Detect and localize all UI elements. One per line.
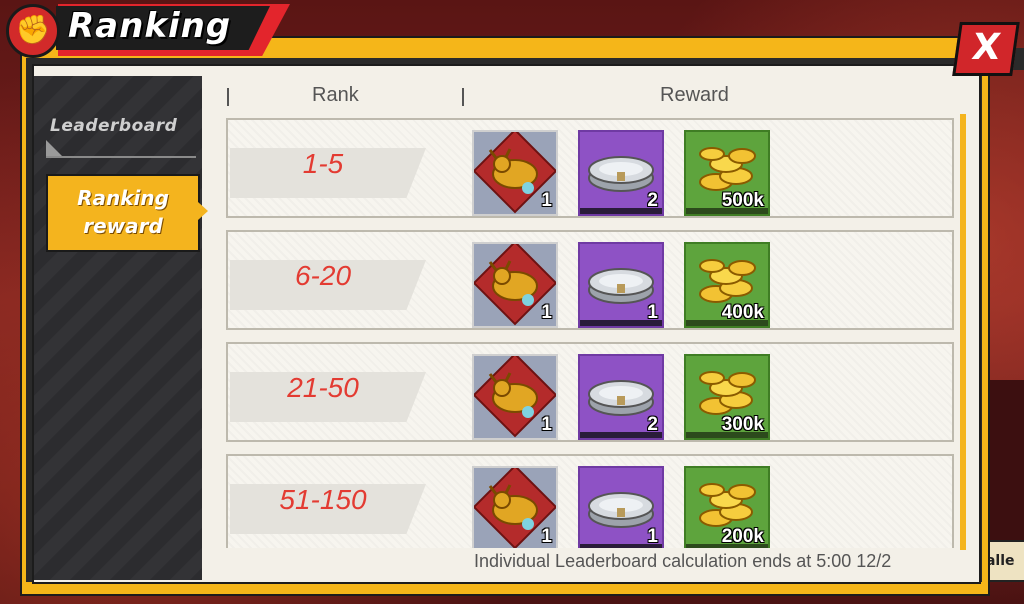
reward-quantity: 2 xyxy=(647,414,658,435)
sidebar: Leaderboard Ranking reward xyxy=(34,76,208,580)
reward-quantity: 300k xyxy=(721,414,764,435)
divider xyxy=(46,156,196,158)
reward-quantity: 500k xyxy=(721,190,764,211)
header-rank: Rank xyxy=(312,84,359,106)
reward-quantity: 1 xyxy=(647,302,658,323)
header-reward: Reward xyxy=(660,84,729,106)
pedestal-icon[interactable]: 2 xyxy=(578,130,664,216)
fist-icon: ✊ xyxy=(6,4,60,58)
header-separator xyxy=(227,88,229,106)
reward-quantity: 1 xyxy=(541,190,552,211)
selected-pointer-icon xyxy=(198,202,208,220)
reward-quantity: 1 xyxy=(647,526,658,547)
scrollbar-edge xyxy=(960,114,966,550)
reward-quantity: 200k xyxy=(721,526,764,547)
corner-triangle-icon xyxy=(46,140,62,156)
tab-leaderboard[interactable]: Leaderboard xyxy=(46,116,196,160)
reward-quantity: 2 xyxy=(647,190,658,211)
tab-ranking-reward-line1: Ranking xyxy=(77,186,169,210)
rank-range: 51-150 xyxy=(279,484,367,515)
rank-range: 6-20 xyxy=(294,260,352,291)
rank-range: 21-50 xyxy=(287,372,359,403)
reward-quantity: 400k xyxy=(721,302,764,323)
header-separator xyxy=(462,88,464,106)
bull-token-icon[interactable]: 1 xyxy=(472,354,558,440)
pedestal-icon[interactable]: 2 xyxy=(578,354,664,440)
close-button[interactable]: X xyxy=(952,22,1020,76)
rank-range: 1-5 xyxy=(302,148,344,179)
window-title: ✊ Ranking xyxy=(0,0,290,62)
reward-list[interactable]: 1-5 1 2 500k 6-20 1 1 400k 21-50 1 2 300k 51-150 1 1 20… xyxy=(226,118,956,548)
bull-token-icon[interactable]: 1 xyxy=(472,130,558,216)
reward-quantity: 1 xyxy=(541,526,552,547)
bull-token-icon[interactable]: 1 xyxy=(472,466,558,548)
page-title: Ranking xyxy=(68,6,232,46)
reward-quantity: 1 xyxy=(541,414,552,435)
bull-token-icon[interactable]: 1 xyxy=(472,242,558,328)
gold-coins-icon[interactable]: 200k xyxy=(684,466,770,548)
ranking-reward-row: 51-150 1 1 200k xyxy=(226,454,954,548)
tab-ranking-reward[interactable]: Ranking reward xyxy=(46,174,208,252)
leaderboard-end-notice: Individual Leaderboard calculation ends … xyxy=(474,551,892,571)
ranking-reward-row: 21-50 1 2 300k xyxy=(226,342,954,442)
gold-coins-icon[interactable]: 500k xyxy=(684,130,770,216)
tab-ranking-reward-line2: reward xyxy=(83,214,163,238)
pedestal-icon[interactable]: 1 xyxy=(578,242,664,328)
ranking-reward-row: 6-20 1 1 400k xyxy=(226,230,954,330)
gold-coins-icon[interactable]: 400k xyxy=(684,242,770,328)
reward-quantity: 1 xyxy=(541,302,552,323)
ranking-reward-row: 1-5 1 2 500k xyxy=(226,118,954,218)
pedestal-icon[interactable]: 1 xyxy=(578,466,664,548)
gold-coins-icon[interactable]: 300k xyxy=(684,354,770,440)
tab-leaderboard-label: Leaderboard xyxy=(50,116,178,136)
